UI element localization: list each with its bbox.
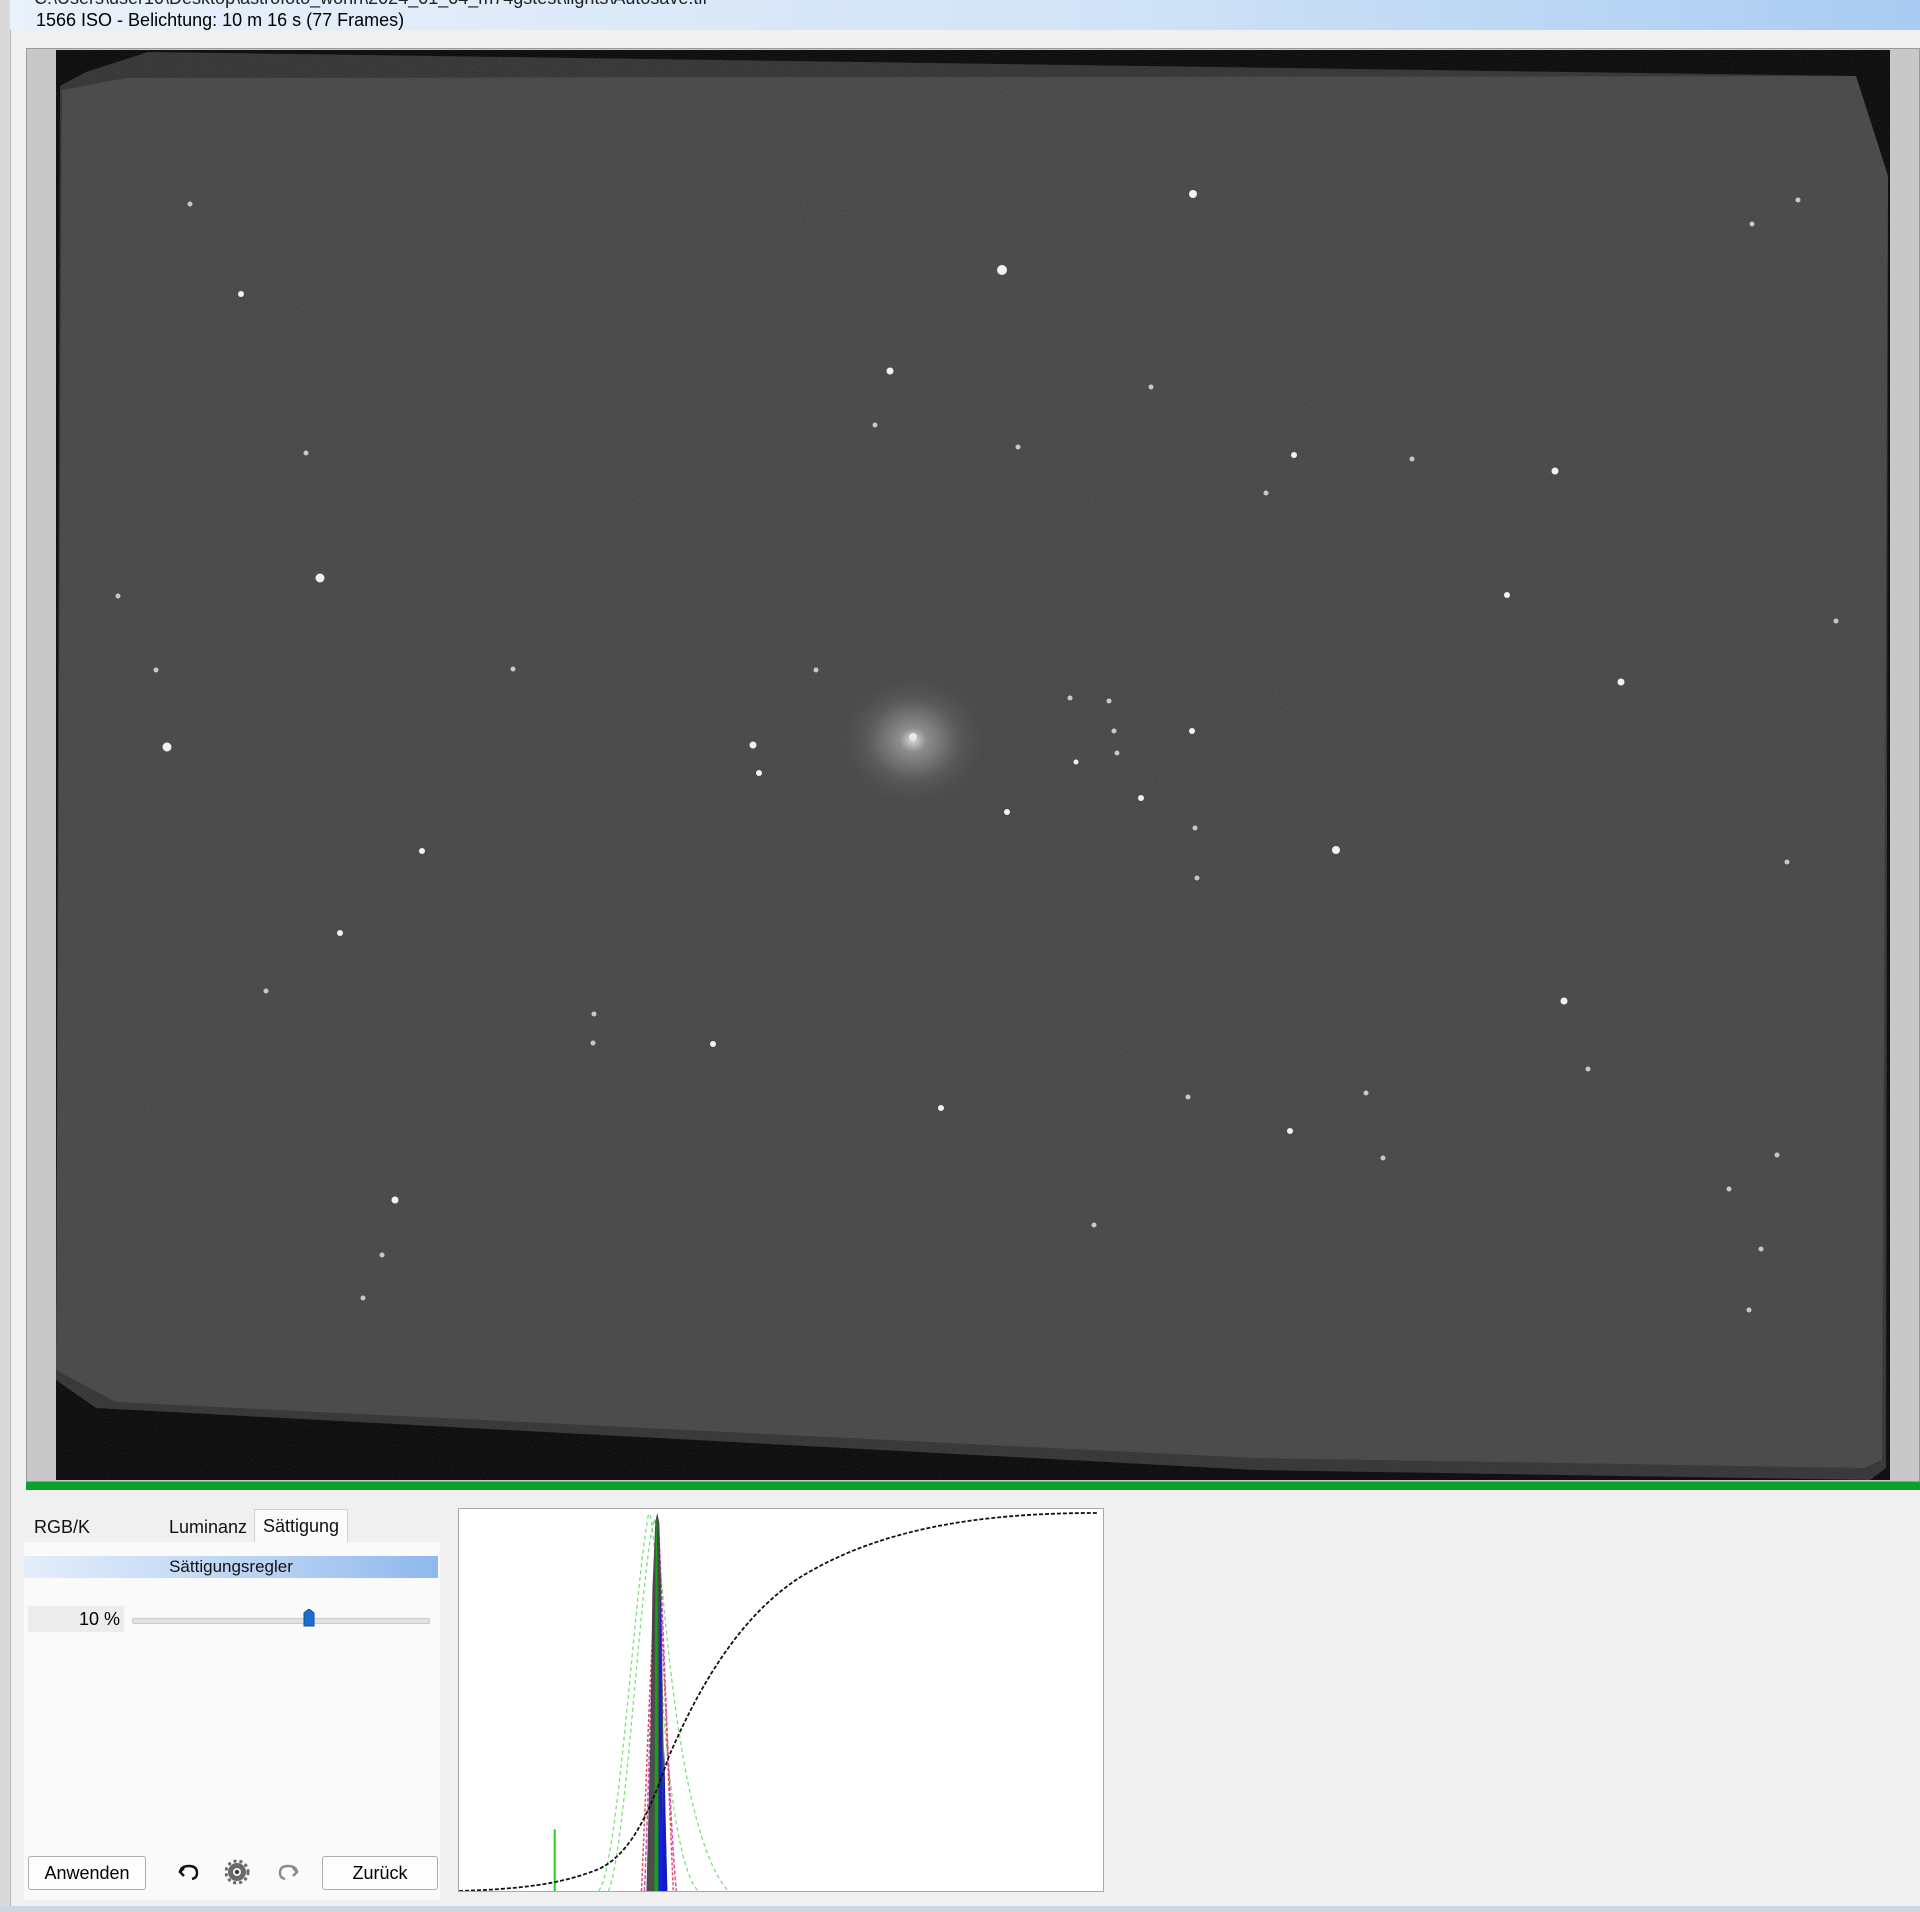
saturation-slider-thumb[interactable] xyxy=(303,1609,315,1627)
title-bar: C:\Users\user10\Desktop\astrofoto_wohn\2… xyxy=(10,0,1920,30)
saturation-slider-track[interactable] xyxy=(132,1618,430,1624)
redo-icon[interactable] xyxy=(272,1858,302,1888)
exposure-info: 1566 ISO - Belichtung: 10 m 16 s (77 Fra… xyxy=(36,10,405,30)
back-button[interactable]: Zurück xyxy=(322,1856,438,1890)
undo-icon[interactable] xyxy=(175,1858,205,1888)
apply-button[interactable]: Anwenden xyxy=(28,1856,146,1890)
progress-bar xyxy=(26,1482,1920,1490)
tab-saettigung[interactable]: Sättigung xyxy=(254,1509,349,1542)
saturation-value: 10 % xyxy=(28,1606,124,1632)
saturation-panel xyxy=(24,1542,440,1900)
window-bottom-border xyxy=(0,1906,1920,1912)
astro-image[interactable] xyxy=(56,50,1890,1480)
histogram-chart xyxy=(458,1508,1104,1892)
settings-icon[interactable] xyxy=(222,1857,252,1887)
saturation-header: Sättigungsregler xyxy=(24,1556,438,1578)
file-path: C:\Users\user10\Desktop\astrofoto_wohn\2… xyxy=(34,0,707,9)
tab-luminanz[interactable]: Luminanz xyxy=(161,1512,255,1542)
tab-rgbk-levels[interactable]: RGB/K Levels xyxy=(26,1512,98,1567)
window-left-border xyxy=(0,0,11,1912)
